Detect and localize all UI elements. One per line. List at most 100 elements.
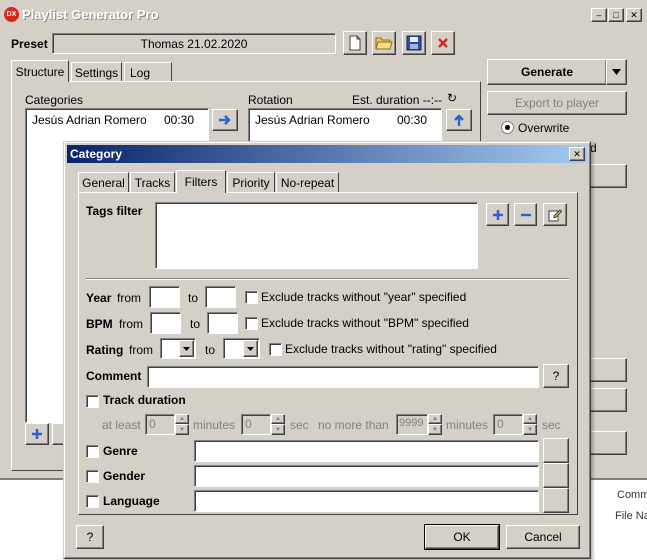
tab-no-repeat[interactable]: No-repeat (276, 172, 339, 192)
tab-filters[interactable]: Filters (176, 170, 226, 193)
rating-exclude-label: Exclude tracks without "rating" specifie… (285, 342, 497, 356)
rating-to-dropdown[interactable] (243, 340, 258, 357)
year-exclude-label: Exclude tracks without "year" specified (261, 290, 467, 304)
rating-to-select[interactable] (223, 338, 260, 359)
at-least-minutes-spin-up[interactable]: ▲ (175, 414, 189, 424)
delete-preset-button[interactable] (431, 31, 455, 55)
bpm-from-input[interactable] (150, 312, 181, 334)
chevron-down-icon (247, 346, 254, 351)
remove-tag-button[interactable] (514, 203, 537, 226)
at-least-seconds-label: sec (290, 418, 309, 432)
tags-filter-list[interactable] (155, 202, 478, 269)
category-name: Jesús Adrian Romero (32, 113, 147, 127)
tab-log[interactable]: Log (124, 62, 172, 82)
generate-dropdown-button[interactable] (606, 59, 627, 85)
main-window-title: Playlist Generator Pro (22, 7, 159, 22)
tab-tracks[interactable]: Tracks (130, 172, 175, 192)
export-to-player-button[interactable]: Export to player (487, 91, 627, 115)
comment-input[interactable] (147, 366, 539, 388)
comment-label: Comment (86, 369, 142, 383)
radio-dot (505, 125, 510, 130)
delete-x-icon (438, 38, 448, 48)
open-preset-button[interactable] (372, 31, 396, 55)
max-minutes-input[interactable]: 9999 (396, 414, 428, 435)
genre-select-button[interactable] (543, 438, 569, 463)
at-least-seconds-spin-up[interactable]: ▲ (271, 414, 285, 424)
comment-help-button[interactable]: ? (543, 364, 569, 388)
arrow-right-icon (219, 115, 231, 125)
cancel-button[interactable]: Cancel (506, 525, 580, 549)
language-input[interactable] (194, 490, 539, 512)
chevron-down-icon (612, 69, 621, 75)
minimize-button[interactable]: – (591, 8, 607, 22)
minus-icon (520, 213, 531, 216)
edit-pencil-icon (548, 208, 562, 221)
save-disk-icon (406, 35, 422, 51)
list-item[interactable]: Jesús Adrian Romero 00:30 (29, 112, 204, 128)
tab-general[interactable]: General (78, 172, 129, 192)
est-duration-label: Est. duration --:-- (352, 93, 443, 107)
max-minutes-spin-up[interactable]: ▲ (428, 414, 442, 424)
at-least-minutes-spin-down[interactable]: ▼ (175, 424, 189, 435)
bpm-exclude-label: Exclude tracks without "BPM" specified (261, 316, 469, 330)
tab-settings[interactable]: Settings (71, 62, 122, 82)
max-minutes-spin-down[interactable]: ▼ (428, 424, 442, 435)
add-to-rotation-button[interactable] (212, 109, 238, 131)
max-seconds-spin-down[interactable]: ▼ (523, 424, 537, 435)
refresh-icon[interactable]: ↻ (447, 91, 457, 105)
at-least-seconds-spin-down[interactable]: ▼ (271, 424, 285, 435)
right-panel-button-4[interactable] (587, 431, 627, 455)
genre-input[interactable] (194, 440, 539, 462)
list-item[interactable]: Jesús Adrian Romero 00:30 (252, 112, 437, 128)
main-title-bar: DX Playlist Generator Pro – □ ✕ (0, 0, 647, 28)
overwrite-label: Overwrite (518, 121, 570, 135)
year-exclude-checkbox[interactable] (245, 291, 258, 304)
add-category-button[interactable] (25, 423, 49, 445)
add-tag-button[interactable] (486, 203, 509, 226)
rating-from-dropdown[interactable] (179, 340, 194, 357)
right-panel-button-3[interactable] (587, 388, 627, 412)
category-duration: 00:30 (164, 113, 195, 127)
max-seconds-spin-up[interactable]: ▲ (523, 414, 537, 424)
dialog-close-button[interactable]: ✕ (569, 147, 585, 161)
at-least-minutes-label: minutes (193, 418, 236, 432)
overwrite-radio[interactable] (501, 121, 514, 134)
dialog-help-button[interactable]: ? (76, 525, 104, 549)
gender-select-button[interactable] (543, 463, 569, 488)
rating-exclude-checkbox[interactable] (269, 343, 282, 356)
language-checkbox[interactable] (86, 495, 99, 508)
bpm-to-input[interactable] (207, 312, 238, 334)
rating-from-select[interactable] (160, 338, 196, 359)
max-seconds-label: sec (542, 418, 561, 432)
save-preset-button[interactable] (402, 31, 426, 55)
move-up-button[interactable] (446, 109, 472, 131)
rating-to-label: to (205, 343, 216, 357)
max-seconds-input[interactable]: 0 (493, 414, 523, 435)
close-button[interactable]: ✕ (626, 8, 642, 22)
dialog-title: Category (70, 147, 123, 161)
year-from-input[interactable] (149, 286, 180, 308)
ok-button[interactable]: OK (424, 524, 500, 550)
right-panel-button-2[interactable] (587, 358, 627, 382)
tab-structure[interactable]: Structure (11, 60, 69, 82)
right-panel-button-1[interactable] (587, 164, 627, 188)
preset-label: Preset (11, 37, 48, 51)
track-duration-checkbox[interactable] (86, 395, 99, 408)
gender-checkbox[interactable] (86, 470, 99, 483)
bpm-exclude-checkbox[interactable] (245, 317, 258, 330)
language-select-button[interactable] (543, 488, 569, 513)
chevron-down-icon (183, 346, 190, 351)
generate-button[interactable]: Generate (487, 59, 607, 85)
genre-checkbox[interactable] (86, 445, 99, 458)
new-preset-button[interactable] (343, 31, 367, 55)
categories-label: Categories (25, 93, 84, 107)
year-to-input[interactable] (205, 286, 236, 308)
at-least-minutes-input[interactable]: 0 (145, 414, 175, 435)
tab-priority[interactable]: Priority (227, 172, 275, 192)
preset-field[interactable]: Thomas 21.02.2020 (52, 33, 336, 54)
at-least-seconds-input[interactable]: 0 (241, 414, 271, 435)
edit-tag-button[interactable] (543, 203, 567, 226)
no-more-than-label: no more than (318, 418, 389, 432)
maximize-button[interactable]: □ (608, 8, 624, 22)
gender-input[interactable] (194, 465, 539, 487)
